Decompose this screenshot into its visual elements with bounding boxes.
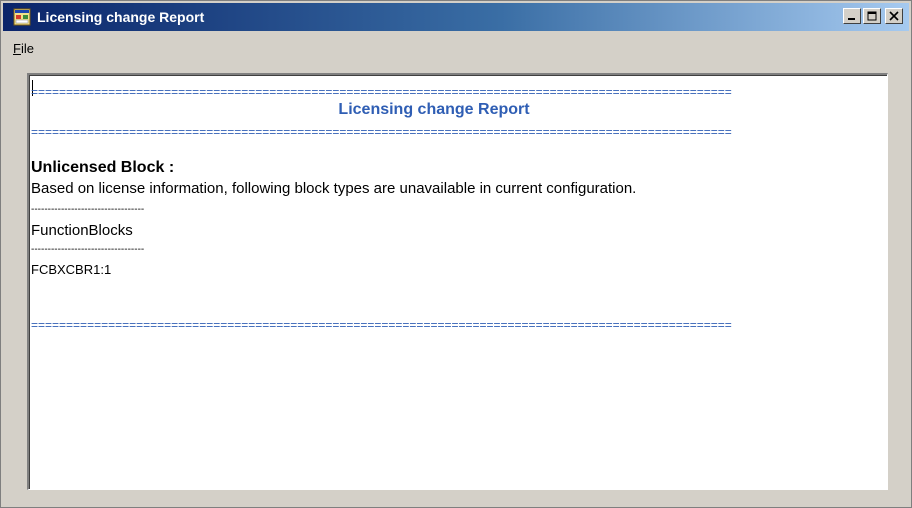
block-item: FCBXCBR1:1 xyxy=(31,262,112,277)
dash-separator: ---------------------------------- xyxy=(31,246,145,254)
maximize-button[interactable] xyxy=(863,8,881,24)
dash-separator: ---------------------------------- xyxy=(31,206,145,214)
close-button[interactable] xyxy=(885,8,903,24)
minimize-icon xyxy=(848,18,855,20)
title-bar[interactable]: Licensing change Report xyxy=(3,3,909,31)
close-icon xyxy=(889,11,899,21)
block-group-name: FunctionBlocks xyxy=(31,222,133,239)
menu-bar: File xyxy=(3,33,909,63)
separator-line: ========================================… xyxy=(31,127,732,137)
section-heading: Unlicensed Block : xyxy=(31,159,175,176)
menu-file[interactable]: File xyxy=(13,41,34,56)
report-text-area[interactable]: ========================================… xyxy=(27,73,888,490)
menu-file-label: ile xyxy=(20,41,34,56)
app-window-icon xyxy=(13,8,31,26)
report-window: Licensing change Report File ===========… xyxy=(0,0,912,508)
maximize-icon xyxy=(867,11,877,21)
window-title: Licensing change Report xyxy=(37,9,205,25)
window-controls xyxy=(843,8,903,26)
menu-file-mnemonic: F xyxy=(13,41,21,56)
section-description: Based on license information, following … xyxy=(31,180,637,197)
report-title: Licensing change Report xyxy=(338,101,530,118)
minimize-button[interactable] xyxy=(843,8,861,24)
separator-line: ========================================… xyxy=(31,87,732,97)
separator-line: ========================================… xyxy=(31,320,732,330)
